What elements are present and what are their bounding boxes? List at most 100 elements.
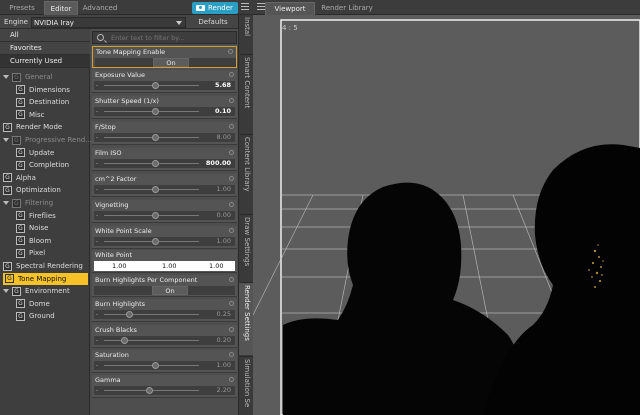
options-icon[interactable] <box>229 327 234 332</box>
options-icon[interactable] <box>229 352 234 357</box>
tab-render-library[interactable]: Render Library <box>317 2 377 15</box>
options-icon[interactable] <box>229 176 234 181</box>
scene-render <box>253 15 640 415</box>
white-point-color-field[interactable]: 1.00 1.00 1.00 <box>94 261 235 271</box>
defaults-button[interactable]: Defaults <box>188 17 238 28</box>
tree-node[interactable]: G Noise <box>16 222 86 234</box>
side-tab-simulation-settings[interactable]: Simulation Se <box>239 357 254 415</box>
expand-arrow-icon[interactable] <box>3 138 9 142</box>
filter-input[interactable] <box>111 33 231 43</box>
pane-menu-icon[interactable] <box>241 3 249 12</box>
tree-node[interactable]: G Filtering <box>3 197 86 209</box>
fstop-slider[interactable]: -8.00 <box>94 133 235 142</box>
options-icon[interactable] <box>229 377 234 382</box>
tree-node[interactable]: G Update <box>16 147 86 159</box>
tree-node-label: Alpha <box>16 173 36 182</box>
iso-slider[interactable]: -800.00 <box>94 159 235 168</box>
tree-node[interactable]: G Fireflies <box>16 210 86 222</box>
options-icon[interactable] <box>229 150 234 155</box>
tree-node[interactable]: G Pixel <box>16 247 86 259</box>
filter-box[interactable] <box>92 31 237 44</box>
tab-presets[interactable]: Presets <box>2 1 42 15</box>
group-icon: G <box>12 135 21 145</box>
tree-node[interactable]: G Tone Mapping <box>3 272 88 285</box>
viewport-menu-icon[interactable] <box>257 3 265 12</box>
tree-node[interactable]: G Optimization <box>3 184 86 196</box>
tree-node[interactable]: G Environment <box>3 285 86 297</box>
expand-arrow-icon[interactable] <box>3 289 9 294</box>
slider-knob[interactable] <box>126 311 133 318</box>
render-button-label: Render <box>208 4 233 12</box>
options-icon[interactable] <box>229 124 234 129</box>
tree-node-label: Update <box>29 148 55 157</box>
tab-viewport[interactable]: Viewport <box>265 2 315 15</box>
slider-knob[interactable] <box>146 387 153 394</box>
saturation-slider[interactable]: -1.00 <box>94 361 235 370</box>
prop-label: Burn Highlights <box>95 300 146 308</box>
group-icon: G <box>5 274 14 284</box>
toggle-value: On <box>153 58 189 67</box>
prop-vignetting: Vignetting -0.00 <box>92 200 237 223</box>
tree-node[interactable]: G Alpha <box>3 172 86 184</box>
options-icon[interactable] <box>229 301 234 306</box>
side-tab-strip: Instal Smart Content Content Library Dra… <box>238 15 254 415</box>
tab-editor[interactable]: Editor <box>44 1 78 15</box>
vignetting-slider[interactable]: -0.00 <box>94 211 235 220</box>
slider-knob[interactable] <box>152 160 159 167</box>
render-button[interactable]: Render <box>192 2 238 14</box>
viewport-canvas[interactable]: 4 : 5 <box>253 15 640 415</box>
options-icon[interactable] <box>229 98 234 103</box>
white-point-r: 1.00 <box>112 262 127 270</box>
exposure-slider[interactable]: -5.68 <box>94 81 235 90</box>
tab-advanced[interactable]: Advanced <box>80 1 120 15</box>
slider-knob[interactable] <box>152 82 159 89</box>
prop-crush-blacks: Crush Blacks -0.20 <box>92 325 237 348</box>
options-icon[interactable] <box>229 72 234 77</box>
tree-node[interactable]: G Render Mode <box>3 121 86 133</box>
slider-knob[interactable] <box>121 337 128 344</box>
prop-exposure-value: Exposure Value -5.68 <box>92 70 237 93</box>
tree-node[interactable]: G Dome <box>16 298 86 310</box>
slider-value: 0.20 <box>216 336 231 344</box>
tree-node[interactable]: G Misc <box>16 109 86 121</box>
tree-node[interactable]: G Ground <box>16 310 86 322</box>
tone-mapping-toggle[interactable]: On <box>95 58 236 67</box>
crush-slider[interactable]: -0.20 <box>94 336 235 345</box>
burn-slider[interactable]: -0.25 <box>94 310 235 319</box>
category-favorites[interactable]: Favorites <box>0 42 90 55</box>
slider-knob[interactable] <box>152 238 159 245</box>
tree-node[interactable]: G Spectral Rendering <box>3 260 86 272</box>
tree-node[interactable]: G Dimensions <box>16 84 86 96</box>
options-icon[interactable] <box>229 202 234 207</box>
side-tab-content-library[interactable]: Content Library <box>239 135 254 213</box>
tree-node[interactable]: G General <box>3 71 86 83</box>
tree-node[interactable]: G Progressive Rend... <box>3 134 92 146</box>
expand-arrow-icon[interactable] <box>3 75 9 79</box>
slider-knob[interactable] <box>152 212 159 219</box>
tree-node[interactable]: G Destination <box>16 96 86 108</box>
category-currently-used[interactable]: Currently Used <box>0 55 90 68</box>
slider-knob[interactable] <box>152 362 159 369</box>
wps-slider[interactable]: -1.00 <box>94 237 235 246</box>
burn-per-component-toggle[interactable]: On <box>94 286 235 295</box>
slider-knob[interactable] <box>152 186 159 193</box>
slider-knob[interactable] <box>152 134 159 141</box>
side-tab-render-settings[interactable]: Render Settings <box>239 283 254 355</box>
tree-node-label: Misc <box>29 110 45 119</box>
options-icon[interactable] <box>229 228 234 233</box>
tree-node[interactable]: G Completion <box>16 159 86 171</box>
expand-arrow-icon[interactable] <box>3 201 9 205</box>
side-tab-smart-content[interactable]: Smart Content <box>239 55 254 133</box>
gamma-slider[interactable]: -2.20 <box>94 386 235 395</box>
side-tab-draw-settings[interactable]: Draw Settings <box>239 215 254 281</box>
options-icon[interactable] <box>228 49 233 54</box>
side-tab-install[interactable]: Instal <box>239 15 254 53</box>
slider-knob[interactable] <box>152 108 159 115</box>
shutter-slider[interactable]: -0.10 <box>94 107 235 116</box>
prop-label: Crush Blacks <box>95 326 137 334</box>
engine-select[interactable]: NVIDIA Iray <box>31 17 186 28</box>
cm2-slider[interactable]: -1.00 <box>94 185 235 194</box>
tree-node[interactable]: G Bloom <box>16 235 86 247</box>
category-all[interactable]: All <box>0 29 90 42</box>
options-icon[interactable] <box>229 277 234 282</box>
